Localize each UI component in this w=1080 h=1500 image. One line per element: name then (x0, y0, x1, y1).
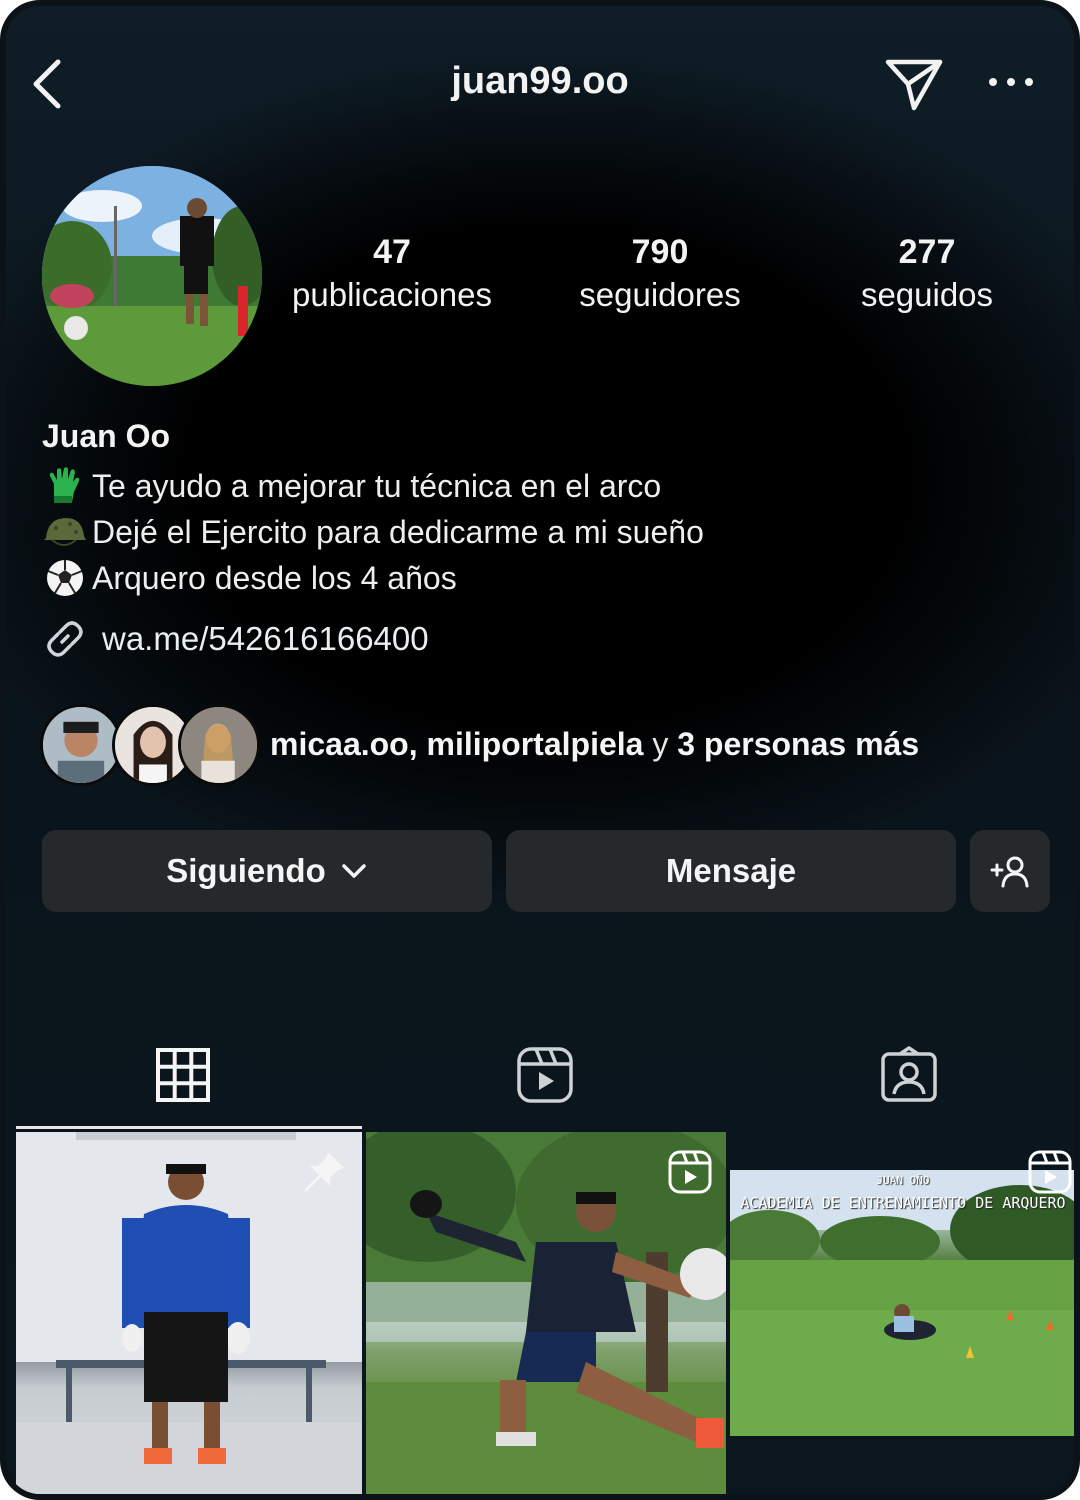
mutual-avatar (178, 704, 260, 786)
goalkeeper-glove-icon (49, 467, 80, 503)
bio-line-1: Te ayudo a mejorar tu técnica en el arco (42, 466, 661, 506)
send-message-icon[interactable] (882, 54, 946, 114)
reel-badge-icon (668, 1150, 712, 1194)
followed-by-text: micaa.oo, miliportalpiela y 3 personas m… (270, 726, 919, 763)
soccer-ball-icon (47, 560, 83, 596)
bio-line-2: Dejé el Ejercito para dedicarme a mi sue… (42, 512, 704, 552)
followers-label: seguidores (579, 276, 741, 313)
add-person-icon (990, 856, 1029, 888)
mutual-others: 3 personas más (677, 726, 920, 762)
posts-count: 47 (373, 233, 411, 271)
more-options-icon[interactable] (986, 72, 1036, 92)
tagged-icon[interactable] (880, 1046, 938, 1104)
followed-by-row[interactable]: micaa.oo, miliportalpiela y 3 personas m… (40, 704, 1050, 788)
military-helmet-icon (44, 518, 86, 546)
stat-posts[interactable]: 47 publicaciones (276, 232, 508, 318)
reel-badge-icon (1028, 1150, 1072, 1194)
profile-photo (42, 166, 262, 386)
followers-count: 790 (631, 233, 689, 271)
grid-icon[interactable] (154, 1046, 212, 1104)
bio-text-1: Te ayudo a mejorar tu técnica en el arco (92, 467, 662, 504)
bio-text-3: Arquero desde los 4 años (92, 559, 457, 596)
mutual-avatar (40, 704, 122, 786)
message-button[interactable]: Mensaje (506, 830, 956, 912)
suggest-user-button[interactable] (970, 830, 1050, 912)
post-thumbnail-2[interactable] (366, 1132, 726, 1494)
following-label: seguidos (860, 276, 994, 313)
top-bar: juan99.oo (6, 42, 1074, 132)
stat-followers[interactable]: 790 seguidores (558, 232, 762, 318)
bio-text-2: Dejé el Ejercito para dedicarme a mi sue… (92, 513, 704, 550)
pin-icon (304, 1152, 344, 1192)
bio-link-text: wa.me/542616166400 (102, 620, 429, 657)
reels-icon[interactable] (516, 1046, 574, 1104)
post-3-overlay-title: ACADEMIA DE ENTRENAMIENTO DE ARQUERO (740, 1194, 1066, 1212)
full-name: Juan Oo (42, 418, 171, 454)
profile-avatar[interactable] (42, 166, 262, 386)
post-3-overlay-top: JUAN OÑO (876, 1174, 930, 1187)
bio-line-3: Arquero desde los 4 años (42, 558, 457, 598)
chevron-down-icon (342, 864, 366, 878)
mutual-names: micaa.oo, miliportalpiela (270, 726, 644, 762)
following-button-label: Siguiendo (166, 852, 326, 889)
stat-following[interactable]: 277 seguidos (832, 232, 1022, 318)
following-button[interactable]: Siguiendo (42, 830, 492, 912)
active-tab-indicator (16, 1126, 362, 1129)
post-thumbnail-1[interactable] (16, 1132, 362, 1494)
message-button-label: Mensaje (665, 852, 797, 889)
link-icon (47, 621, 83, 657)
profile-screen: juan99.oo 47 publicaciones 790 seguidore… (0, 0, 1080, 1500)
following-count: 277 (898, 233, 956, 271)
post-thumbnail-3[interactable]: JUAN OÑO ACADEMIA DE ENTRENAMIENTO DE AR… (730, 1170, 1074, 1436)
posts-label: publicaciones (292, 276, 492, 313)
bio-link[interactable]: wa.me/542616166400 (42, 616, 429, 662)
mutual-connector: y (652, 726, 669, 762)
